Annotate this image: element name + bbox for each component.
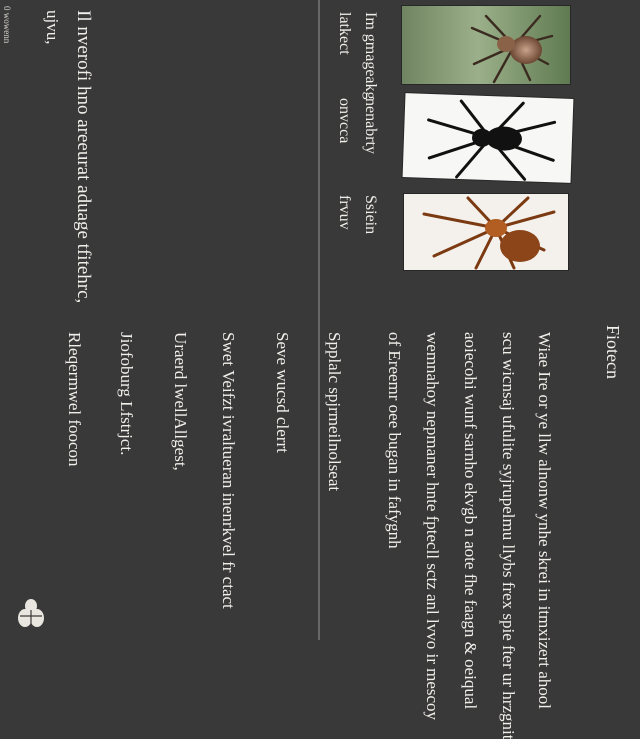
paragraph-line-4: wemnahoy nepmaner hnte fptecll sctz anl … [423,332,442,721]
document-page: 0 wowenn Il nverofi hno areeurat aduage … [0,0,640,739]
paragraph-line-5: of Ereemr oee bugan in fafygnh [385,332,404,549]
paragraph-line-10: Jiofoburg Lfstrjct. [117,332,136,456]
paragraph-line-6: Spplalc spjrmeilnolseat [325,332,344,492]
spider-orange-icon [404,194,568,270]
paragraph-line-8: Swet Veifzt ivraltueran inenrkvel fr cta… [219,332,238,609]
paragraph-line-7: Seve wucsd clerrt [273,332,292,453]
photo-label-2b: onvcca [336,98,353,144]
spider-silhouette-icon [402,93,574,183]
photo-label-1b: latkect [336,12,353,55]
section-title: Fiotecn [603,325,623,379]
spider-photo-icon [402,6,570,84]
section-divider [318,0,320,640]
photo-label-3a: Ssiein [362,195,379,235]
paragraph-line-9: Uraerd lwellAllgest, [171,332,190,471]
bug-logo-icon [16,596,46,632]
photo-label-2a: nenabrty [362,98,379,154]
paragraph-line-1: Wiae Ire or ye llw alnonw ynhe skrei in … [535,332,554,709]
credit-small: 0 wowenn [2,6,12,44]
paragraph-line-3: aoiecohi wunf sarnho ekvgb n aote fhe fa… [461,332,480,710]
photo-label-1a: Im gmageakg [362,12,379,100]
photo-label-3b: frvuv [336,195,353,230]
paragraph-line-2: scu wicnsaj ufulite syjrupelmu llybs fre… [499,332,518,739]
intro-line-2: ujvu, [43,10,62,45]
intro-line-1: Il nverofi hno areeurat aduage tfitehrc, [73,10,94,304]
paragraph-line-11: Rleqermwel foocon [65,332,84,467]
